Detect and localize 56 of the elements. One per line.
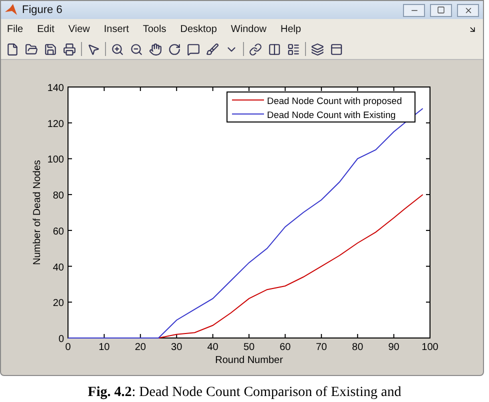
link-icon[interactable]	[248, 42, 263, 56]
menu-item[interactable]: View	[68, 24, 90, 34]
maximize-icon	[437, 6, 445, 14]
panel-icon[interactable]	[329, 42, 344, 56]
new-file-icon[interactable]	[5, 42, 20, 56]
legend-label: Dead Node Count with Existing	[267, 110, 396, 120]
menu-item[interactable]: Help	[280, 24, 302, 34]
tick-label: 40	[207, 342, 218, 353]
menu-item[interactable]: Window	[230, 24, 266, 34]
tick-label: 20	[52, 298, 64, 310]
tick-label: 100	[422, 342, 438, 353]
logo-icon	[5, 4, 17, 16]
legend-label: Dead Node Count with proposed	[267, 96, 402, 106]
tick-label: 50	[243, 342, 255, 353]
layers-icon[interactable]	[310, 42, 325, 56]
folder-icon[interactable]	[24, 42, 39, 56]
zoom-out-icon[interactable]	[129, 42, 144, 56]
brush-icon[interactable]	[205, 42, 220, 56]
tick-label: 80	[52, 190, 64, 202]
tick-label: 100	[47, 154, 64, 166]
minimize-button[interactable]	[403, 4, 425, 16]
close-icon	[464, 6, 472, 14]
menu-item[interactable]: Insert	[104, 24, 129, 34]
legend-icon[interactable]	[286, 42, 301, 56]
colorbar-icon[interactable]	[267, 42, 282, 56]
tick-label: 70	[316, 342, 327, 353]
print-icon[interactable]	[62, 42, 77, 56]
rotate-icon[interactable]	[167, 42, 182, 56]
tick-label: 80	[352, 342, 364, 353]
tick-label: 60	[280, 342, 291, 353]
tick-label: 120	[47, 118, 64, 130]
save-icon[interactable]	[43, 42, 58, 56]
tick-label: 30	[171, 342, 182, 353]
data-tip-icon[interactable]	[186, 42, 201, 56]
menu-item[interactable]: File	[7, 24, 24, 34]
x-axis-label: Round Number	[215, 355, 283, 366]
menu-item[interactable]: Tools	[142, 24, 166, 34]
tick-label: 10	[98, 342, 110, 353]
menu-item[interactable]: Edit	[37, 24, 54, 34]
hand-icon[interactable]	[148, 42, 163, 56]
tick-label: 40	[52, 262, 64, 274]
tick-label: 140	[47, 83, 64, 94]
dock-icon[interactable]	[468, 24, 477, 34]
pointer-icon[interactable]	[86, 42, 101, 56]
tick-label: 0	[58, 334, 64, 345]
tick-label: 20	[134, 342, 146, 353]
maximize-button[interactable]	[430, 4, 452, 16]
zoom-in-icon[interactable]	[110, 42, 125, 56]
tick-label: 60	[52, 226, 64, 238]
figure-caption: Fig. 4.2: Dead Node Count Comparison of Existing and	[86, 385, 402, 401]
window-title: Figure 6	[22, 4, 64, 16]
tick-label: 0	[65, 342, 71, 353]
tick-label: 90	[388, 342, 400, 353]
y-axis-label: Number of Dead Nodes	[32, 160, 43, 266]
close-button[interactable]	[457, 4, 479, 16]
menu-item[interactable]: Desktop	[180, 24, 217, 34]
